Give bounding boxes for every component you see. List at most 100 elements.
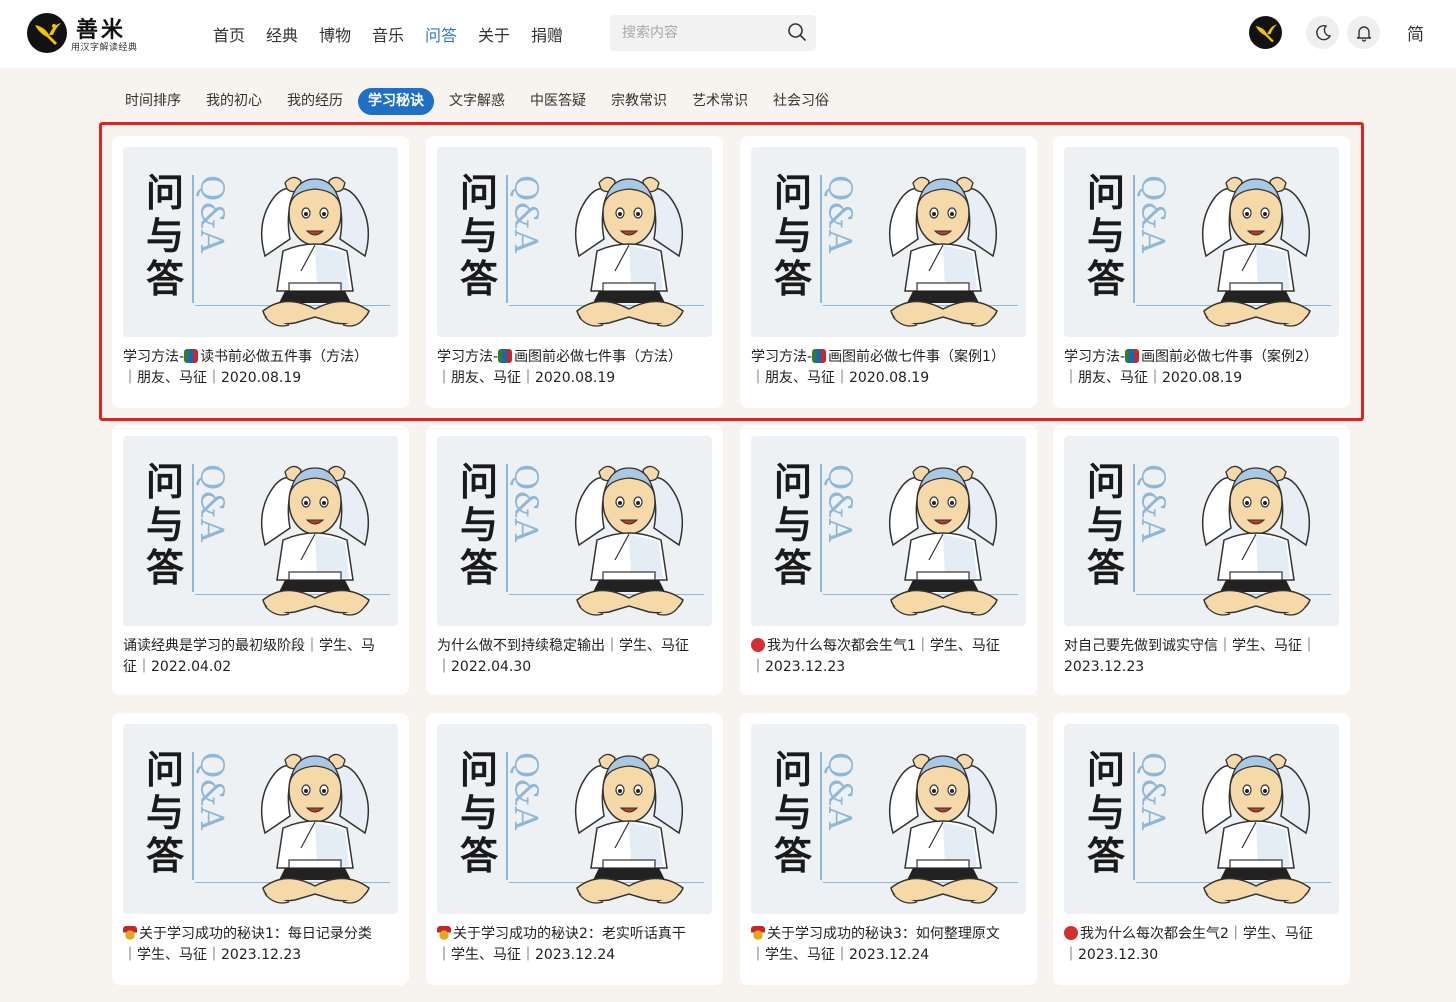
card-caption[interactable]: 为什么做不到持续稳定输出｜学生、马征 ｜2022.04.30 — [437, 636, 717, 678]
card-title: 我为什么每次都会生气2｜学生、马征 — [1080, 926, 1313, 942]
thumbnail-title-char: 问 — [146, 747, 185, 792]
tab-my-experience[interactable]: 我的经历 — [277, 88, 353, 115]
article-card[interactable]: 问 与 答 Q&A — [1053, 713, 1350, 985]
article-card[interactable]: 问 与 答 Q&A — [1053, 136, 1350, 408]
thumbnail-title-char: 答 — [774, 256, 813, 301]
thumbnail-title-char: 问 — [1087, 747, 1126, 792]
angry-face-icon — [751, 638, 765, 652]
card-meta: ｜朋友、马征｜2020.08.19 — [1064, 370, 1243, 386]
dark-mode-button[interactable] — [1306, 16, 1339, 49]
card-meta: ｜学生、马征｜2023.12.24 — [751, 947, 930, 963]
user-avatar[interactable] — [1249, 16, 1282, 49]
thumbnail-qa: Q&A — [507, 464, 551, 594]
nav-about[interactable]: 关于 — [478, 22, 531, 46]
card-thumbnail: 问 与 答 Q&A — [123, 724, 398, 914]
card-meta: ｜朋友、马征｜2020.08.19 — [123, 370, 302, 386]
thumbnail-qa: Q&A — [1134, 464, 1178, 594]
tab-social-customs[interactable]: 社会习俗 — [763, 88, 839, 115]
card-thumbnail: 问 与 答 Q&A — [1064, 147, 1339, 337]
books-icon — [184, 349, 199, 363]
nav-classics[interactable]: 经典 — [266, 22, 319, 46]
card-caption[interactable]: 我为什么每次都会生气1｜学生、马征 ｜2023.12.23 — [751, 636, 1031, 678]
article-card[interactable]: 问 与 答 Q&A — [426, 136, 723, 408]
tab-time-order[interactable]: 时间排序 — [115, 88, 191, 115]
article-card[interactable]: 问 与 答 Q&A — [112, 713, 409, 985]
thumbnail-title: 问 与 答 — [460, 748, 506, 877]
nav-home[interactable]: 首页 — [213, 22, 266, 46]
card-caption[interactable]: 学习方法- 读书前必做五件事（方法） ｜朋友、马征｜2020.08.19 — [123, 347, 403, 389]
card-meta: ｜学生、马征｜2023.12.24 — [437, 947, 616, 963]
monk-illustration-icon — [1201, 176, 1311, 327]
thumbnail-title-char: 与 — [774, 502, 813, 547]
article-card[interactable]: 问 与 答 Q&A — [426, 713, 723, 985]
tab-art-basics[interactable]: 艺术常识 — [682, 88, 758, 115]
article-card[interactable]: 问 与 答 Q&A — [112, 425, 409, 695]
search-input[interactable] — [622, 22, 782, 44]
article-card[interactable]: 问 与 答 Q&A — [740, 713, 1037, 985]
medal-icon — [437, 926, 451, 940]
card-caption[interactable]: 诵读经典是学习的最初级阶段｜学生、马 征｜2022.04.02 — [123, 636, 403, 678]
card-caption[interactable]: 学习方法- 画图前必做七件事（方法） ｜朋友、马征｜2020.08.19 — [437, 347, 717, 389]
article-card[interactable]: 问 与 答 Q&A — [1053, 425, 1350, 695]
books-icon — [1125, 349, 1140, 363]
thumbnail-title-char: 与 — [460, 790, 499, 835]
article-card[interactable]: 问 与 答 Q&A — [426, 425, 723, 695]
search-icon[interactable] — [787, 22, 807, 42]
article-card[interactable]: 问 与 答 Q&A — [740, 136, 1037, 408]
medal-icon — [123, 926, 137, 940]
card-title: 为什么做不到持续稳定输出｜学生、马征 — [437, 638, 689, 654]
thumbnail-title: 问 与 答 — [1087, 460, 1133, 589]
thumbnail-title-char: 答 — [146, 833, 185, 878]
card-caption[interactable]: 学习方法- 画图前必做七件事（案例2） ｜朋友、马征｜2020.08.19 — [1064, 347, 1344, 389]
thumbnail-qa-text: Q&A — [507, 752, 545, 830]
monk-illustration-icon — [574, 465, 684, 616]
thumbnail-title-char: 与 — [1087, 213, 1126, 258]
thumbnail-qa: Q&A — [507, 175, 551, 305]
tab-religion-basics[interactable]: 宗教常识 — [601, 88, 677, 115]
thumbnail-qa-text: Q&A — [193, 752, 231, 830]
card-title: 关于学习成功的秘诀2：老实听话真干 — [453, 926, 686, 942]
logo-icon[interactable] — [27, 13, 67, 53]
thumbnail-title-char: 问 — [774, 459, 813, 504]
card-thumbnail: 问 与 答 Q&A — [751, 436, 1026, 626]
card-caption[interactable]: 关于学习成功的秘诀3：如何整理原文 ｜学生、马征｜2023.12.24 — [751, 924, 1031, 966]
thumbnail-title: 问 与 答 — [146, 460, 192, 589]
medal-icon — [751, 926, 765, 940]
language-toggle[interactable]: 简 — [1407, 20, 1424, 45]
thumbnail-qa-text: Q&A — [507, 175, 545, 253]
card-caption[interactable]: 关于学习成功的秘诀2：老实听话真干 ｜学生、马征｜2023.12.24 — [437, 924, 717, 966]
thumbnail-title-char: 与 — [1087, 790, 1126, 835]
tab-my-intent[interactable]: 我的初心 — [196, 88, 272, 115]
card-caption[interactable]: 我为什么每次都会生气2｜学生、马征 ｜2023.12.30 — [1064, 924, 1344, 966]
main-nav: 首页 经典 博物 音乐 问答 关于 捐赠 — [213, 22, 584, 46]
nav-music[interactable]: 音乐 — [372, 22, 425, 46]
card-meta: ｜2023.12.23 — [751, 659, 846, 675]
thumbnail-title-char: 问 — [1087, 170, 1126, 215]
card-caption[interactable]: 学习方法- 画图前必做七件事（案例1） ｜朋友、马征｜2020.08.19 — [751, 347, 1031, 389]
card-thumbnail: 问 与 答 Q&A — [1064, 436, 1339, 626]
card-meta: 2023.12.23 — [1064, 659, 1145, 675]
card-caption[interactable]: 对自己要先做到诚实守信｜学生、马征｜ 2023.12.23 — [1064, 636, 1344, 678]
tab-tcm-questions[interactable]: 中医答疑 — [520, 88, 596, 115]
card-meta: ｜2022.04.30 — [437, 659, 532, 675]
article-card[interactable]: 问 与 答 Q&A — [112, 136, 409, 408]
thumbnail-title: 问 与 答 — [1087, 171, 1133, 300]
thumbnail-title-char: 答 — [1087, 833, 1126, 878]
thumbnail-title-char: 问 — [774, 747, 813, 792]
card-caption[interactable]: 关于学习成功的秘诀1：每日记录分类 ｜学生、马征｜2023.12.23 — [123, 924, 403, 966]
thumbnail-title: 问 与 答 — [1087, 748, 1133, 877]
nav-donate[interactable]: 捐赠 — [531, 22, 584, 46]
card-title-prefix: 学习方法- — [123, 349, 185, 365]
monk-illustration-icon — [888, 176, 998, 327]
nav-museum[interactable]: 博物 — [319, 22, 372, 46]
thumbnail-qa: Q&A — [193, 752, 237, 882]
tab-text-questions[interactable]: 文字解惑 — [439, 88, 515, 115]
nav-qa[interactable]: 问答 — [425, 22, 478, 46]
thumbnail-qa: Q&A — [821, 752, 865, 882]
article-card[interactable]: 问 与 答 Q&A — [740, 425, 1037, 695]
tab-study-secrets[interactable]: 学习秘诀 — [358, 88, 434, 115]
thumbnail-qa-text: Q&A — [821, 464, 859, 542]
notifications-button[interactable] — [1347, 16, 1380, 49]
thumbnail-qa-text: Q&A — [1134, 175, 1172, 253]
card-title: 读书前必做五件事（方法） — [200, 349, 369, 365]
